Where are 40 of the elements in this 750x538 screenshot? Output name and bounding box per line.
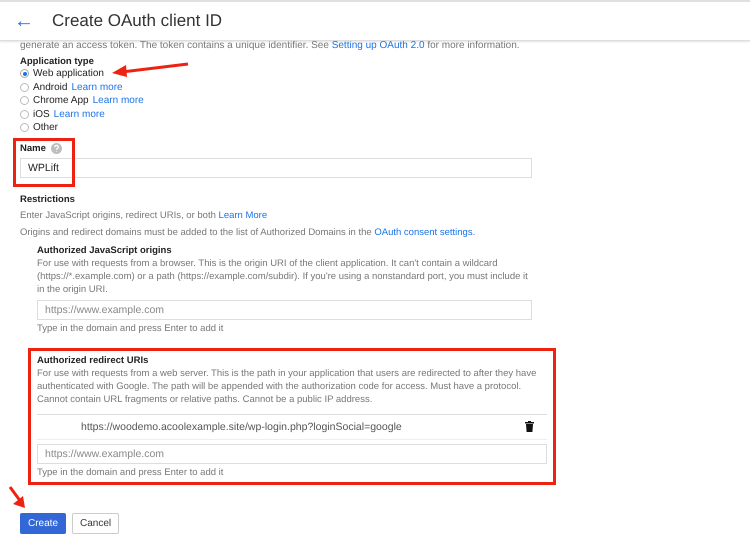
- section-label: Application type: [20, 56, 95, 67]
- option-label: Chrome App: [33, 95, 89, 106]
- field-label: Name: [20, 142, 46, 154]
- radio-button[interactable]: [20, 123, 29, 132]
- option-label: Other: [33, 122, 58, 134]
- create-button[interactable]: Create: [20, 512, 66, 534]
- hint-text: Type in the domain and press Enter to add it: [37, 322, 224, 334]
- section-title: Authorized redirect URIs: [37, 354, 150, 366]
- radio-button[interactable]: [20, 69, 29, 78]
- highlight-box: [13, 138, 75, 186]
- back-button[interactable]: ←: [14, 10, 52, 32]
- section-title: Authorized JavaScript origins: [37, 244, 173, 256]
- radio-button[interactable]: [20, 82, 29, 92]
- option-label: Android: [33, 82, 68, 93]
- arrow-annotation: [8, 485, 28, 509]
- help-icon[interactable]: [50, 142, 62, 154]
- intro-text: generate an access token. The token contains a unique identifier. See Setting up OAuth 2.0 for more information.: [20, 41, 521, 50]
- section-title: Restrictions: [20, 194, 76, 204]
- page-title: Create OAuth client ID: [52, 11, 222, 31]
- learn-more-link[interactable]: Learn more: [92, 95, 144, 106]
- delete-icon[interactable]: [525, 421, 534, 432]
- description-text: For use with requests from a web server. This is the path in your application that users are redirected to after they have authenticated with Google. The path will be appended with the authorization code for access. Must have a protocol. Cannot contain URL fragments or relative paths. Cannot be a public IP address.: [37, 366, 538, 406]
- setup-link[interactable]: Setting up OAuth 2.0: [332, 41, 425, 50]
- radio-button[interactable]: [20, 96, 29, 106]
- option-label: iOS: [33, 108, 50, 120]
- cancel-button[interactable]: Cancel: [72, 512, 120, 534]
- consent-settings-link[interactable]: OAuth consent settings.: [374, 226, 476, 238]
- option-label: Web application: [33, 68, 104, 80]
- origin-field[interactable]: https://www.example.com: [37, 300, 532, 320]
- restrictions-text: Enter JavaScript origins, redirect URIs, or both Learn More: [20, 208, 268, 222]
- redirect-uri: https://woodemo.acoolexample.site/wp-login.php?loginSocial=google: [81, 420, 402, 432]
- description-text: For use with requests from a browser. This is the origin URI of the client application. It can't contain a wildcard (https://*.example.com) or a path (https://example.com/subdir). If you're using a nonstandard port, you must include it in the origin URI.: [37, 256, 529, 296]
- restrictions-note: Origins and redirect domains must be added to the list of Authorized Domains in the OAuth consent settings.: [20, 226, 476, 238]
- name-field[interactable]: WPLift: [20, 158, 532, 178]
- radio-button[interactable]: [20, 110, 29, 119]
- learn-more-link[interactable]: Learn More: [218, 210, 268, 220]
- learn-more-link[interactable]: Learn more: [71, 82, 123, 93]
- hint-text: Type in the domain and press Enter to add it: [37, 466, 224, 478]
- redirect-uri-field[interactable]: https://www.example.com: [37, 444, 547, 464]
- learn-more-link[interactable]: Learn more: [54, 108, 105, 120]
